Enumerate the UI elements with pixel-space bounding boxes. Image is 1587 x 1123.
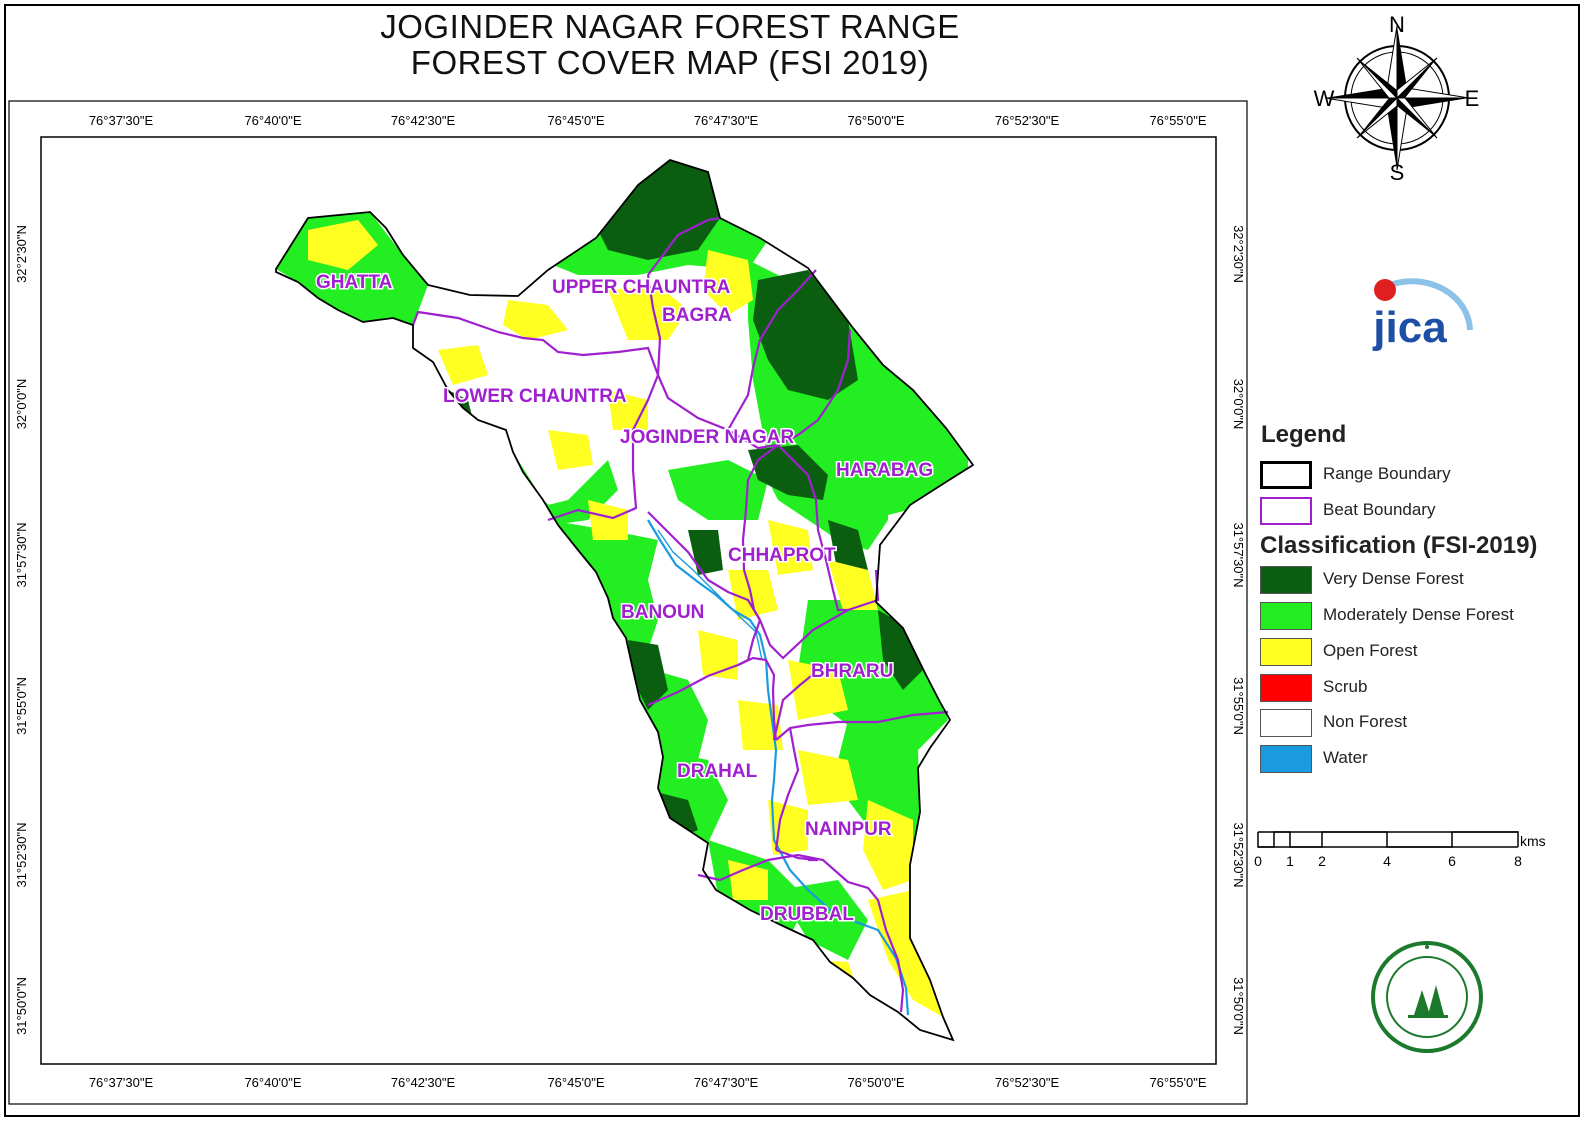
forest-department-seal — [1371, 941, 1483, 1053]
compass-n: N — [1389, 12, 1405, 37]
lat-label-left: 31°57'30"N — [14, 522, 29, 587]
legend-label: Open Forest — [1323, 641, 1418, 660]
beat-label-nainpur: NAINPUR — [805, 819, 892, 840]
lon-label-bottom: 76°52'30"E — [995, 1075, 1060, 1090]
scale-tick-label: 8 — [1514, 853, 1522, 869]
legend-swatch — [1260, 745, 1312, 773]
scale-tick-label: 6 — [1448, 853, 1456, 869]
jica-logo: jica — [1372, 278, 1473, 352]
map-title-line2: FOREST COVER MAP (FSI 2019) — [410, 44, 930, 81]
classification-title: Classification (FSI-2019) — [1260, 532, 1538, 559]
lon-label-bottom: 76°45'0"E — [547, 1075, 604, 1090]
lat-label-right: 32°0'0"N — [1231, 379, 1246, 430]
lon-label-top: 76°52'30"E — [995, 113, 1060, 128]
legend-swatch — [1260, 497, 1312, 525]
lon-label-top: 76°37'30"E — [89, 113, 154, 128]
beat-label-bagra: BAGRA — [662, 305, 732, 326]
lon-label-top: 76°47'30"E — [694, 113, 759, 128]
legend-swatch — [1260, 674, 1312, 702]
legend-label: Very Dense Forest — [1323, 569, 1464, 588]
lat-label-right: 31°50'0"N — [1231, 977, 1246, 1035]
beat-label-bhraru: BHRARU — [811, 661, 893, 682]
beat-label-ghatta: GHATTA — [316, 272, 393, 293]
legend-title: Legend — [1261, 421, 1347, 448]
lon-label-bottom: 76°50'0"E — [847, 1075, 904, 1090]
lon-label-bottom: 76°42'30"E — [391, 1075, 456, 1090]
legend-label: Moderately Dense Forest — [1323, 605, 1514, 624]
beat-label-lower-chauntra: LOWER CHAUNTRA — [443, 386, 627, 407]
legend-swatch — [1260, 566, 1312, 594]
lat-label-right: 31°57'30"N — [1231, 522, 1246, 587]
lat-label-right: 32°2'30"N — [1231, 225, 1246, 283]
scale-unit: kms — [1520, 833, 1546, 849]
lat-label-right: 31°55'0"N — [1231, 677, 1246, 735]
compass-e: E — [1465, 86, 1480, 111]
lon-label-top: 76°42'30"E — [391, 113, 456, 128]
map-frame[interactable]: 76°37'30"E 76°40'0"E 76°42'30"E 76°45'0"… — [8, 100, 1248, 1105]
scale-bar: 0 1 2 4 6 8 kms — [1254, 831, 1546, 869]
lon-label-top: 76°45'0"E — [547, 113, 604, 128]
scale-tick-label: 1 — [1286, 853, 1294, 869]
legend-swatch — [1260, 461, 1312, 489]
lon-label-bottom: 76°37'30"E — [89, 1075, 154, 1090]
legend-swatch — [1260, 602, 1312, 630]
legend-label: Scrub — [1323, 677, 1368, 696]
compass-w: W — [1314, 86, 1335, 111]
legend-label: Non Forest — [1323, 712, 1408, 731]
legend-label: Beat Boundary — [1323, 500, 1436, 519]
lat-label-right: 31°52'30"N — [1231, 822, 1246, 887]
lat-label-left: 32°2'30"N — [14, 225, 29, 283]
beat-label-drahal: DRAHAL — [677, 761, 758, 782]
beat-label-drubbal: DRUBBAL — [760, 904, 854, 925]
lat-label-left: 31°50'0"N — [14, 977, 29, 1035]
lat-label-left: 32°0'0"N — [14, 379, 29, 430]
lon-label-bottom: 76°47'30"E — [694, 1075, 759, 1090]
lon-label-bottom: 76°40'0"E — [244, 1075, 301, 1090]
lon-label-top: 76°50'0"E — [847, 113, 904, 128]
legend-swatch — [1260, 638, 1312, 666]
legend-label: Water — [1323, 748, 1368, 767]
scale-tick-label: 0 — [1254, 853, 1262, 869]
beat-label-chhaprot: CHHAPROT — [728, 545, 836, 566]
scale-tick-label: 4 — [1383, 853, 1391, 869]
beat-label-banoun: BANOUN — [621, 602, 704, 623]
legend-label: Range Boundary — [1323, 464, 1451, 483]
lon-label-top: 76°55'0"E — [1149, 113, 1206, 128]
compass-s: S — [1390, 160, 1405, 185]
jica-logo-text: jica — [1372, 303, 1447, 352]
beat-label-joginder-nagar: JOGINDER NAGAR — [620, 427, 794, 448]
scale-tick-label: 2 — [1318, 853, 1326, 869]
legend-swatch — [1260, 709, 1312, 737]
lat-label-left: 31°55'0"N — [14, 677, 29, 735]
beat-label-harabag: HARABAG — [836, 460, 933, 481]
map-title-line1: JOGINDER NAGAR FOREST RANGE — [380, 8, 960, 45]
lon-label-bottom: 76°55'0"E — [1149, 1075, 1206, 1090]
beat-label-upper-chauntra: UPPER CHAUNTRA — [552, 277, 731, 298]
north-arrow: N S W E — [1314, 12, 1480, 185]
lon-label-top: 76°40'0"E — [244, 113, 301, 128]
lat-label-left: 31°52'30"N — [14, 822, 29, 887]
